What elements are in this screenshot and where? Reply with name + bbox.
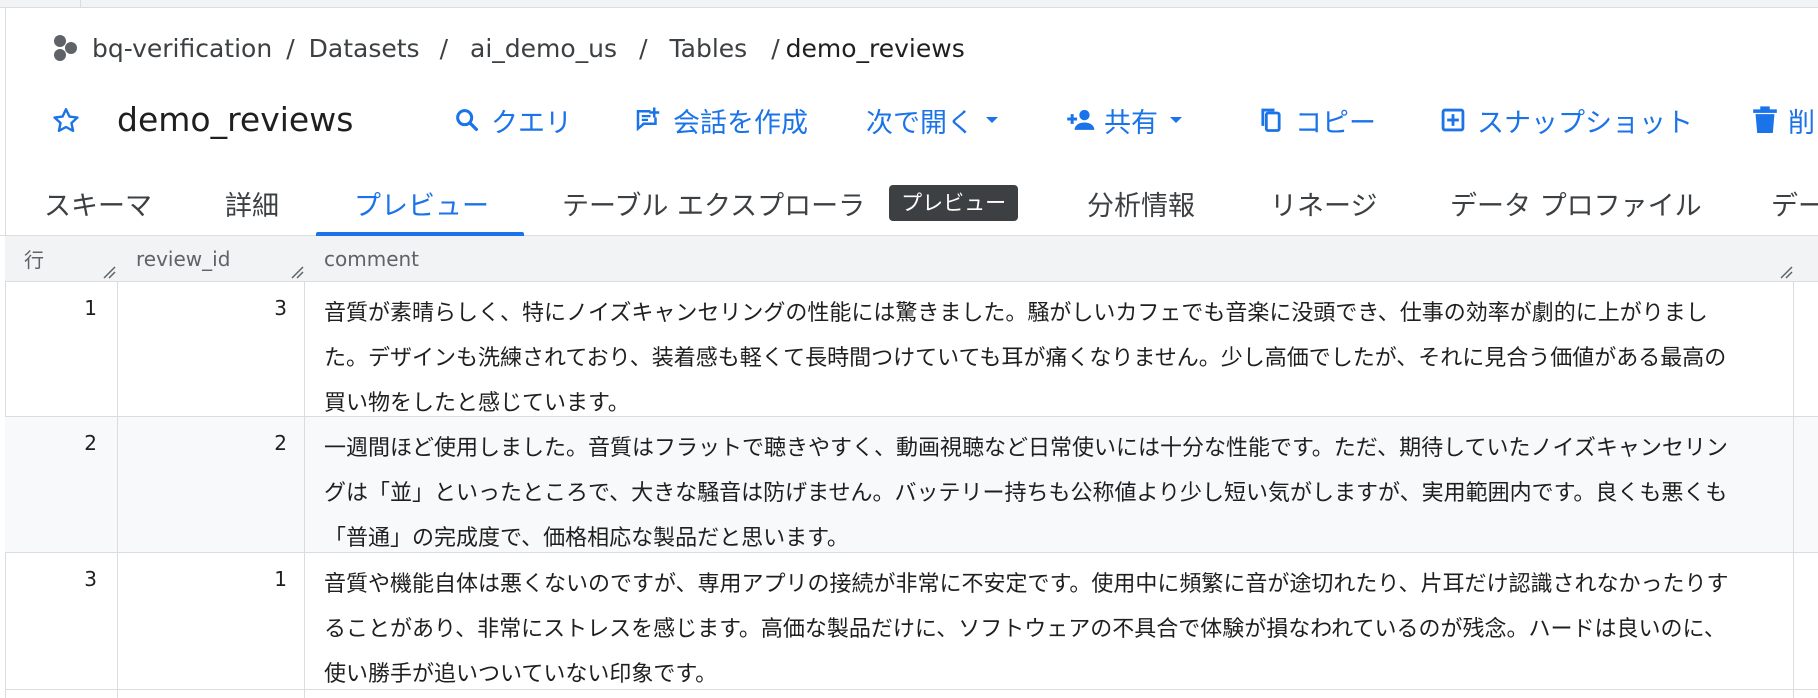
column-header-review-id[interactable]: review_id (136, 236, 296, 281)
top-strip-divider (80, 0, 81, 8)
tab-table-explorer[interactable]: テーブル エクスプローラ プレビュー (562, 170, 1019, 236)
search-icon (456, 109, 478, 131)
delete-button[interactable]: 削 (1752, 100, 1815, 140)
chat-add-icon (636, 107, 660, 132)
column-header-comment[interactable]: comment (324, 236, 624, 281)
row-number-cell: 3 (84, 567, 97, 591)
delete-button-label: 削 (1788, 107, 1815, 139)
create-conversation-label: 会話を作成 (673, 107, 808, 139)
review-id-cell: 3 (274, 296, 287, 320)
tab-data-more[interactable]: デー (1771, 170, 1818, 236)
query-button-label: クエリ (491, 107, 572, 139)
breadcrumb-datasets[interactable]: Datasets (309, 34, 420, 63)
open-in-label: 次で開く (866, 107, 974, 139)
query-button[interactable]: クエリ (453, 100, 572, 140)
breadcrumb-current-table: demo_reviews (785, 33, 965, 63)
preview-badge: プレビュー (889, 185, 1019, 221)
review-id-cell: 2 (274, 431, 287, 455)
tab-data-profile[interactable]: データ プロファイル (1450, 170, 1702, 236)
column-divider (304, 282, 305, 698)
tab-lineage[interactable]: リネージ (1270, 170, 1377, 236)
tab-preview[interactable]: プレビュー (354, 170, 489, 236)
share-button[interactable]: 共有 (1066, 100, 1184, 140)
tab-bar: スキーマ 詳細 プレビュー テーブル エクスプローラ プレビュー 分析情報 リネ… (0, 170, 1818, 236)
breadcrumb-separator: / (286, 33, 295, 63)
column-header-comment-label: comment (324, 246, 420, 271)
page-title: demo_reviews (117, 100, 354, 139)
snapshot-icon (1441, 108, 1465, 132)
breadcrumb-dataset[interactable]: ai_demo_us (470, 34, 617, 63)
table-row[interactable]: 3 1 音質や機能自体は悪くないのですが、専用アプリの接続が非常に不安定です。使… (5, 553, 1818, 690)
review-id-cell: 1 (274, 567, 287, 591)
title-row: demo_reviews クエリ 会話を作成 次で開く 共有 コピー スナップシ… (0, 90, 1818, 152)
column-header-row-label: 行 (24, 248, 44, 272)
breadcrumb-separator: / (771, 33, 780, 63)
column-resize-handle[interactable] (100, 263, 116, 279)
column-divider (117, 282, 118, 698)
breadcrumb-separator: / (439, 33, 449, 63)
snapshot-button-label: スナップショット (1477, 107, 1693, 139)
top-strip (0, 0, 1818, 8)
trash-icon (1753, 106, 1777, 133)
row-number-cell: 2 (84, 431, 97, 455)
table-row[interactable]: 1 3 音質が素晴らしく、特にノイズキャンセリングの性能には驚きました。騒がしい… (5, 282, 1818, 417)
comment-cell: 一週間ほど使用しました。音質はフラットで聴きやすく、動画視聴など日常使いには十分… (324, 436, 1728, 551)
share-button-label: 共有 (1104, 107, 1158, 139)
breadcrumb: bq-verification / Datasets / ai_demo_us … (50, 30, 965, 66)
tab-insights[interactable]: 分析情報 (1087, 170, 1195, 236)
tab-table-explorer-label: テーブル エクスプローラ (562, 190, 866, 222)
column-divider (1793, 282, 1794, 698)
chevron-down-icon (986, 117, 998, 123)
person-add-icon (1067, 109, 1095, 130)
row-number-cell: 1 (84, 296, 97, 320)
breadcrumb-separator: / (639, 33, 648, 63)
star-icon[interactable] (50, 105, 82, 137)
column-header-review-id-label: review_id (136, 246, 231, 271)
snapshot-button[interactable]: スナップショット (1439, 100, 1693, 140)
comment-cell: 音質や機能自体は悪くないのですが、専用アプリの接続が非常に不安定です。使用中に頻… (324, 572, 1729, 687)
copy-button[interactable]: コピー (1257, 100, 1376, 140)
copy-icon (1261, 108, 1281, 132)
tab-details[interactable]: 詳細 (225, 170, 279, 236)
open-in-button[interactable]: 次で開く (866, 100, 1000, 140)
column-resize-handle[interactable] (288, 263, 304, 279)
table-header: 行 review_id comment (5, 236, 1818, 282)
chevron-down-icon (1170, 117, 1182, 123)
table-row[interactable]: 2 2 一週間ほど使用しました。音質はフラットで聴きやすく、動画視聴など日常使い… (5, 417, 1818, 553)
column-resize-handle[interactable] (1777, 263, 1793, 279)
bigquery-project-icon (54, 35, 77, 61)
breadcrumb-project[interactable]: bq-verification (92, 34, 272, 63)
comment-cell: 音質が素晴らしく、特にノイズキャンセリングの性能には驚きました。騒がしいカフェで… (324, 301, 1727, 416)
copy-button-label: コピー (1295, 107, 1376, 139)
create-conversation-button[interactable]: 会話を作成 (633, 100, 808, 140)
breadcrumb-tables[interactable]: Tables (670, 34, 748, 63)
tab-schema[interactable]: スキーマ (44, 170, 152, 236)
